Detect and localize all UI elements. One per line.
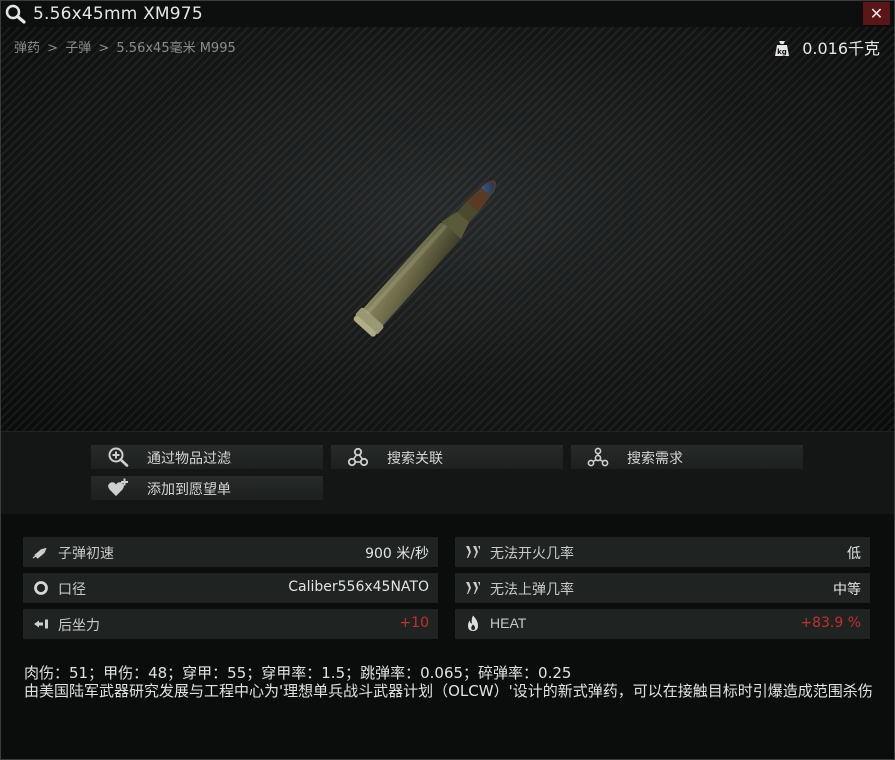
search-required-button[interactable]: 搜索需求 [571,445,803,469]
stat-label: 后坐力 [58,618,100,634]
stat-value: 低 [847,546,861,562]
add-to-wishlist-button[interactable]: 添加到愿望单 [91,476,323,500]
breadcrumb-item-ammo[interactable]: 弹药 [14,41,40,56]
filter-by-item-label: 通过物品过滤 [147,451,231,467]
actions-panel: 通过物品过滤 搜索关联 搜索需求 添加到愿望单 [1,431,894,514]
search-linked-label: 搜索关联 [387,451,443,467]
breadcrumb-item-rounds[interactable]: 子弹 [65,41,91,56]
damage-summary: 肉伤：51；甲伤：48；穿甲：55；穿甲率：1.5；跳弹率：0.065；碎弹率：… [24,664,572,682]
magnifier-icon [5,4,26,24]
item-description: 由美国陆军武器研究发展与工程中心为'理想单兵战斗武器计划（OLCW）'设计的新式… [24,682,873,700]
stat-label: 口径 [58,582,86,598]
stat-caliber: 口径 Caliber556x45NATO [23,573,438,603]
breadcrumb-item-caliber[interactable]: 5.56x45毫米 M995 [116,41,235,56]
required-nodes-icon [587,447,609,467]
item-weight: kg 0.016千克 [773,35,880,59]
bullet-speed-icon [32,547,47,559]
stat-misfire-chance: 无法开火几率 低 [455,537,870,567]
stat-value: Caliber556x45NATO [288,579,429,595]
misfeed-icon [466,582,480,594]
breadcrumb: 弹药 > 子弹 > 5.56x45毫米 M995 [14,37,236,56]
stat-heat: HEAT +83.9 % [455,609,870,639]
stat-value: 900 米/秒 [365,546,429,562]
recoil-icon [34,619,48,629]
stat-value: +83.9 % [800,615,861,631]
stat-label: HEAT [490,615,527,631]
stat-value: +10 [399,615,429,631]
caliber-ring-icon [34,581,48,595]
heart-plus-icon [108,478,128,496]
misfire-icon [466,546,480,558]
zoom-in-icon [108,447,129,467]
breadcrumb-separator: > [47,41,59,56]
title-bar[interactable]: 5.56x45mm XM975 ✕ [1,1,894,27]
close-icon: ✕ [869,4,884,23]
item-weight-value: 0.016千克 [802,39,880,58]
stat-recoil: 后坐力 +10 [23,609,438,639]
stat-label: 无法开火几率 [490,546,574,562]
search-required-label: 搜索需求 [627,451,683,467]
stat-value: 中等 [833,582,861,598]
stat-label: 子弹初速 [58,546,114,562]
close-button[interactable]: ✕ [863,2,890,25]
add-to-wishlist-label: 添加到愿望单 [147,482,231,498]
stat-label: 无法上弹几率 [490,582,574,598]
svg-text:kg: kg [777,48,787,56]
stat-misfeed-chance: 无法上弹几率 中等 [455,573,870,603]
window-title: 5.56x45mm XM975 [33,4,203,24]
item-preview: 弹药 > 子弹 > 5.56x45毫米 M995 kg 0.016千克 [1,27,894,431]
linked-nodes-icon [347,447,369,467]
breadcrumb-separator: > [98,41,110,56]
stat-muzzle-velocity: 子弹初速 900 米/秒 [23,537,438,567]
bullet-image [353,180,496,337]
filter-by-item-button[interactable]: 通过物品过滤 [91,445,323,469]
item-inspect-window: 5.56x45mm XM975 ✕ 弹药 > 子弹 > 5.56x45毫米 M9… [0,0,895,760]
search-linked-button[interactable]: 搜索关联 [331,445,563,469]
weight-bag-icon: kg [775,41,790,56]
flame-icon [468,615,478,631]
